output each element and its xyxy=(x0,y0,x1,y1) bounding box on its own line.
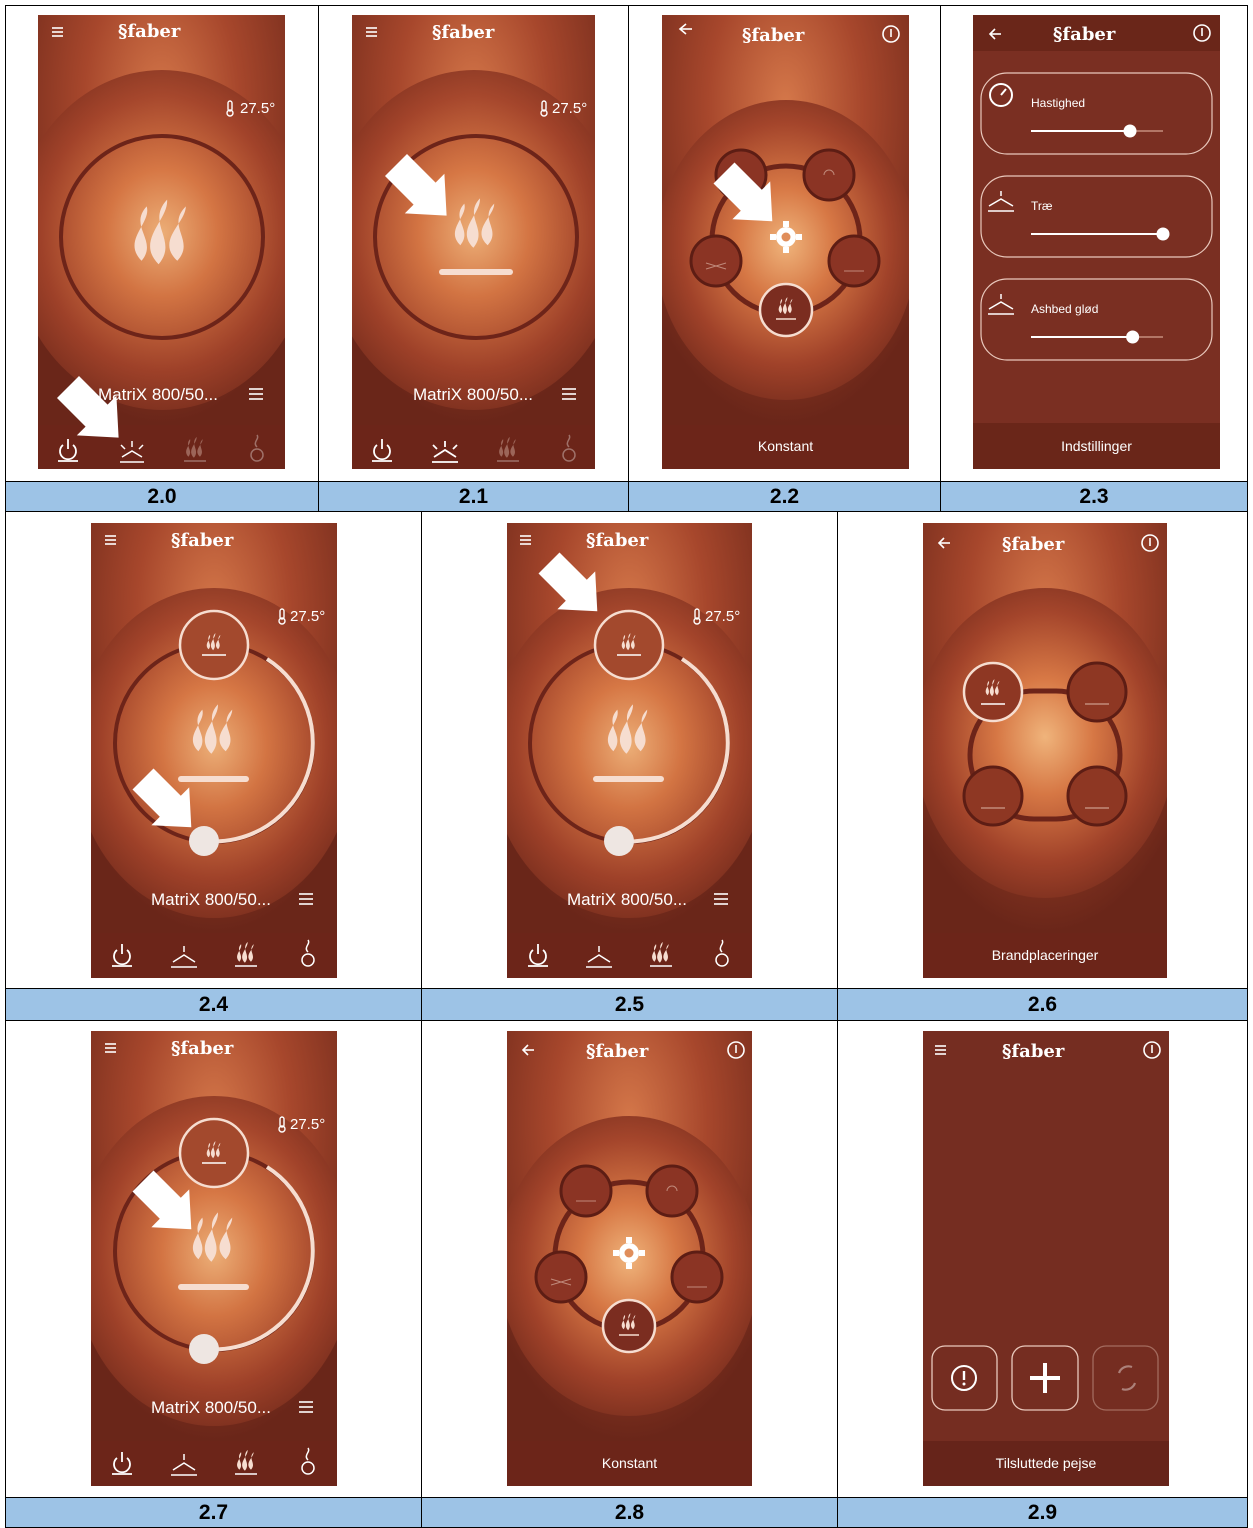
brand-name: faber xyxy=(1011,1041,1065,1062)
table-border xyxy=(837,1021,838,1497)
screen-title: Brandplaceringer xyxy=(991,947,1099,963)
mode-bottom-flame[interactable] xyxy=(802,148,856,202)
brand-logo: §faber xyxy=(586,530,648,551)
brand-name: faber xyxy=(1062,24,1116,45)
slider-handle[interactable] xyxy=(1123,124,1137,138)
flame-logo-icon: § xyxy=(432,22,442,43)
screen-2-3: §faber Hastighed Træ Ashbed glød Indstil… xyxy=(973,15,1220,469)
screen-2-4: §faber 27.5° MatriX 800/50... xyxy=(91,523,337,978)
dial-handle[interactable] xyxy=(189,826,219,856)
caption-2-6: 2.6 xyxy=(837,988,1248,1021)
screen-title: Indstillinger xyxy=(1061,438,1132,454)
placement-left-bottom[interactable] xyxy=(962,765,1024,827)
dial-handle[interactable] xyxy=(189,1334,219,1364)
brand-logo: §faber xyxy=(586,1041,648,1062)
table-border xyxy=(1247,5,1248,1525)
device-name[interactable]: MatriX 800/50... xyxy=(567,890,687,910)
caption-2-2: 2.2 xyxy=(628,481,941,512)
screen-2-0: §faber 27.5° MatriX 800/50... xyxy=(38,15,285,469)
placement-right-top[interactable] xyxy=(1066,661,1128,723)
device-name[interactable]: MatriX 800/50... xyxy=(151,1398,271,1418)
slider-handle[interactable] xyxy=(1156,227,1170,241)
flame-logo-icon: § xyxy=(1002,1041,1012,1062)
temperature-value: 27.5° xyxy=(705,608,741,625)
mode-constant[interactable] xyxy=(758,282,814,338)
caption-2-9: 2.9 xyxy=(837,1497,1248,1528)
brand-logo: §faber xyxy=(1053,24,1115,45)
table-border xyxy=(628,5,629,481)
table-border xyxy=(837,512,838,988)
brand-logo: §faber xyxy=(1002,1041,1064,1062)
dial-handle[interactable] xyxy=(604,826,634,856)
brand-name: faber xyxy=(127,21,181,42)
temperature-value: 27.5° xyxy=(552,100,588,117)
flame-logo-icon: § xyxy=(742,25,752,46)
screen-2-9: §faber Tilsluttede pejse xyxy=(923,1031,1169,1486)
table-border xyxy=(318,5,319,481)
device-name[interactable]: MatriX 800/50... xyxy=(413,385,533,405)
mode-ember[interactable] xyxy=(670,1250,724,1304)
flame-logo-icon: § xyxy=(586,1041,596,1062)
caption-2-3: 2.3 xyxy=(940,481,1248,512)
setting-label-wood: Træ xyxy=(1031,199,1053,213)
setting-label-speed: Hastighed xyxy=(1031,96,1086,110)
brand-logo: §faber xyxy=(742,25,804,46)
caption-2-5: 2.5 xyxy=(421,988,838,1021)
table-border xyxy=(940,5,941,481)
screen-title: Tilsluttede pejse xyxy=(995,1455,1097,1471)
placement-left-top[interactable] xyxy=(962,661,1024,723)
mode-bottom-flame[interactable] xyxy=(645,1164,699,1218)
table-border xyxy=(421,512,422,988)
flame-logo-icon: § xyxy=(171,1038,181,1059)
screen-2-2: §faber Konstant xyxy=(662,15,909,469)
brand-name: faber xyxy=(441,22,495,43)
caption-2-8: 2.8 xyxy=(421,1497,838,1528)
table-border xyxy=(5,5,1248,6)
temperature-value: 27.5° xyxy=(290,1116,326,1133)
screen-title: Konstant xyxy=(757,438,814,454)
temperature-value: 27.5° xyxy=(290,608,326,625)
brand-logo: §faber xyxy=(432,22,494,43)
slider-handle[interactable] xyxy=(1126,330,1140,344)
brand-name: faber xyxy=(180,530,234,551)
screen-2-8: §faber Konstant xyxy=(507,1031,752,1486)
placement-right-bottom[interactable] xyxy=(1066,765,1128,827)
brand-logo: §faber xyxy=(1002,534,1064,555)
temperature-value: 27.5° xyxy=(240,100,276,117)
mode-campfire[interactable] xyxy=(689,234,743,288)
flame-logo-icon: § xyxy=(171,530,181,551)
caption-2-7: 2.7 xyxy=(5,1497,422,1528)
table-border xyxy=(5,5,6,1525)
flame-logo-icon: § xyxy=(1053,24,1063,45)
brand-name: faber xyxy=(180,1038,234,1059)
flame-logo-icon: § xyxy=(586,530,596,551)
table-border xyxy=(421,1021,422,1497)
flame-logo-icon: § xyxy=(1002,534,1012,555)
brand-logo: §faber xyxy=(118,21,180,42)
mode-campfire[interactable] xyxy=(534,1250,588,1304)
screen-2-6: §faber Brandplaceringer xyxy=(923,523,1167,978)
caption-2-1: 2.1 xyxy=(318,481,629,512)
mode-ember[interactable] xyxy=(827,234,881,288)
caption-2-4: 2.4 xyxy=(5,988,422,1021)
brand-name: faber xyxy=(1011,534,1065,555)
device-name[interactable]: MatriX 800/50... xyxy=(151,890,271,910)
mode-constant[interactable] xyxy=(601,1298,657,1354)
setting-label-ashbed: Ashbed glød xyxy=(1031,302,1099,316)
mode-wood[interactable] xyxy=(559,1164,613,1218)
brand-name: faber xyxy=(595,1041,649,1062)
device-name[interactable]: MatriX 800/50... xyxy=(98,385,218,405)
screen-2-1: §faber 27.5° MatriX 800/50... xyxy=(352,15,595,469)
screen-2-7: §faber 27.5° MatriX 800/50... xyxy=(91,1031,337,1486)
brand-name: faber xyxy=(751,25,805,46)
brand-logo: §faber xyxy=(171,530,233,551)
screen-title: Konstant xyxy=(601,1455,658,1471)
screen-2-5: §faber 27.5° MatriX 800/50... xyxy=(507,523,752,978)
brand-name: faber xyxy=(595,530,649,551)
flame-logo-icon: § xyxy=(118,21,128,42)
brand-logo: §faber xyxy=(171,1038,233,1059)
caption-2-0: 2.0 xyxy=(5,481,319,512)
